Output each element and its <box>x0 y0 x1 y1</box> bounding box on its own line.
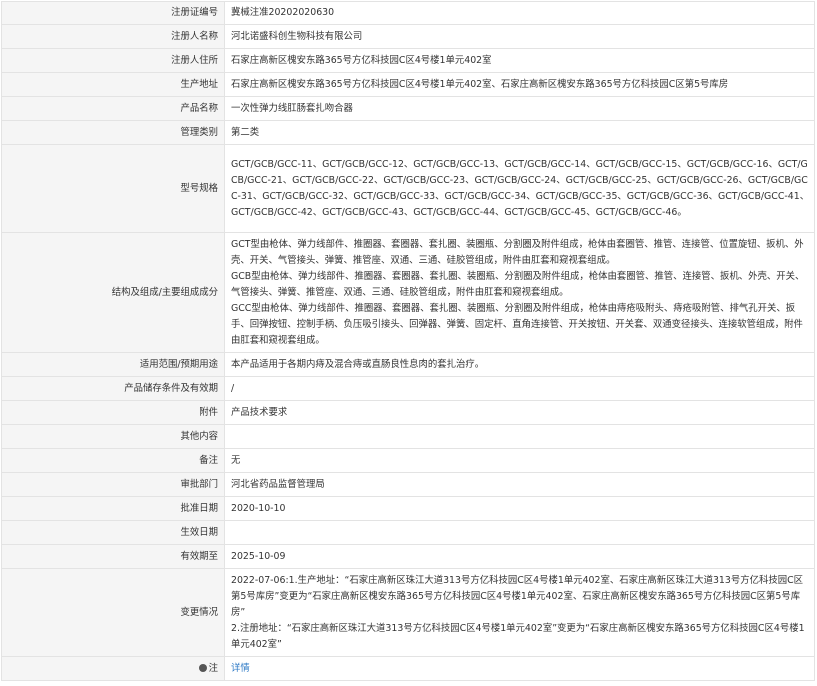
value-model-spec: GCT/GCB/GCC-11、GCT/GCB/GCC-12、GCT/GCB/GC… <box>224 144 815 233</box>
value-remarks: 无 <box>224 448 815 473</box>
row-storage-validity: 产品储存条件及有效期 / <box>1 376 815 401</box>
label-remarks: 备注 <box>1 448 225 473</box>
row-remarks: 备注 无 <box>1 448 815 473</box>
label-valid-until: 有效期至 <box>1 544 225 569</box>
label-note: 注 <box>1 656 225 681</box>
registration-detail-table: 注册证编号 冀械注准20202020630 注册人名称 河北诺盛科创生物科技有限… <box>1 1 815 681</box>
row-valid-until: 有效期至 2025-10-09 <box>1 544 815 569</box>
composition-gcc: GCC型由枪体、弹力线部件、推圈器、套圈器、套扎圈、装圈瓶、分割圈及附件组成，枪… <box>231 302 803 346</box>
label-intended-use: 适用范围/预期用途 <box>1 352 225 377</box>
value-structure-composition: GCT型由枪体、弹力线部件、推圈器、套圈器、套扎圈、装圈瓶、分割圈及附件组成，枪… <box>224 232 815 353</box>
row-approval-date: 批准日期 2020-10-10 <box>1 496 815 521</box>
row-approval-department: 审批部门 河北省药品监督管理局 <box>1 472 815 497</box>
row-registrant-address: 注册人住所 石家庄高新区槐安东路365号方亿科技园C区4号楼1单元402室 <box>1 48 815 73</box>
change-item-registered-address: 2.注册地址：“石家庄高新区珠江大道313号方亿科技园C区4号楼1单元402室”… <box>231 622 805 650</box>
note-label-text: 注 <box>208 662 218 674</box>
label-registrant-address: 注册人住所 <box>1 48 225 73</box>
value-production-address: 石家庄高新区槐安东路365号方亿科技园C区4号楼1单元402室、石家庄高新区槐安… <box>224 72 815 97</box>
label-model-spec: 型号规格 <box>1 144 225 233</box>
value-effective-date <box>224 520 815 545</box>
row-attachment: 附件 产品技术要求 <box>1 400 815 425</box>
row-product-name: 产品名称 一次性弹力线肛肠套扎吻合器 <box>1 96 815 121</box>
composition-gct: GCT型由枪体、弹力线部件、推圈器、套圈器、套扎圈、装圈瓶、分割圈及附件组成，枪… <box>231 238 804 266</box>
composition-gcb: GCB型由枪体、弹力线部件、推圈器、套圈器、套扎圈、装圈瓶、分割圈及附件组成，枪… <box>231 270 805 298</box>
label-product-name: 产品名称 <box>1 96 225 121</box>
row-note: 注 详情 <box>1 656 815 681</box>
value-management-category: 第二类 <box>224 120 815 145</box>
label-structure-composition: 结构及组成/主要组成成分 <box>1 232 225 353</box>
label-other-content: 其他内容 <box>1 424 225 449</box>
label-change-history: 变更情况 <box>1 568 225 657</box>
row-structure-composition: 结构及组成/主要组成成分 GCT型由枪体、弹力线部件、推圈器、套圈器、套扎圈、装… <box>1 232 815 353</box>
row-model-spec: 型号规格 GCT/GCB/GCC-11、GCT/GCB/GCC-12、GCT/G… <box>1 144 815 233</box>
row-effective-date: 生效日期 <box>1 520 815 545</box>
value-approval-department: 河北省药品监督管理局 <box>224 472 815 497</box>
row-registrant-name: 注册人名称 河北诺盛科创生物科技有限公司 <box>1 24 815 49</box>
details-link[interactable]: 详情 <box>231 663 250 674</box>
row-registration-number: 注册证编号 冀械注准20202020630 <box>1 1 815 25</box>
value-product-name: 一次性弹力线肛肠套扎吻合器 <box>224 96 815 121</box>
change-item-production-address: 2022-07-06:1.生产地址：“石家庄高新区珠江大道313号方亿科技园C区… <box>231 574 804 618</box>
value-registrant-name: 河北诺盛科创生物科技有限公司 <box>224 24 815 49</box>
row-production-address: 生产地址 石家庄高新区槐安东路365号方亿科技园C区4号楼1单元402室、石家庄… <box>1 72 815 97</box>
value-storage-validity: / <box>224 376 815 401</box>
row-change-history: 变更情况 2022-07-06:1.生产地址：“石家庄高新区珠江大道313号方亿… <box>1 568 815 657</box>
row-intended-use: 适用范围/预期用途 本产品适用于各期内痔及混合痔或直肠良性息肉的套扎治疗。 <box>1 352 815 377</box>
label-storage-validity: 产品储存条件及有效期 <box>1 376 225 401</box>
label-approval-date: 批准日期 <box>1 496 225 521</box>
label-production-address: 生产地址 <box>1 72 225 97</box>
value-change-history: 2022-07-06:1.生产地址：“石家庄高新区珠江大道313号方亿科技园C区… <box>224 568 815 657</box>
row-management-category: 管理类别 第二类 <box>1 120 815 145</box>
label-attachment: 附件 <box>1 400 225 425</box>
label-effective-date: 生效日期 <box>1 520 225 545</box>
value-approval-date: 2020-10-10 <box>224 496 815 521</box>
value-other-content <box>224 424 815 449</box>
info-dot-icon <box>198 663 207 672</box>
value-attachment: 产品技术要求 <box>224 400 815 425</box>
label-approval-department: 审批部门 <box>1 472 225 497</box>
row-other-content: 其他内容 <box>1 424 815 449</box>
label-management-category: 管理类别 <box>1 120 225 145</box>
value-intended-use: 本产品适用于各期内痔及混合痔或直肠良性息肉的套扎治疗。 <box>224 352 815 377</box>
value-registrant-address: 石家庄高新区槐安东路365号方亿科技园C区4号楼1单元402室 <box>224 48 815 73</box>
value-note: 详情 <box>224 656 815 681</box>
label-registrant-name: 注册人名称 <box>1 24 225 49</box>
label-registration-number: 注册证编号 <box>1 1 225 25</box>
value-valid-until: 2025-10-09 <box>224 544 815 569</box>
value-registration-number: 冀械注准20202020630 <box>224 1 815 25</box>
